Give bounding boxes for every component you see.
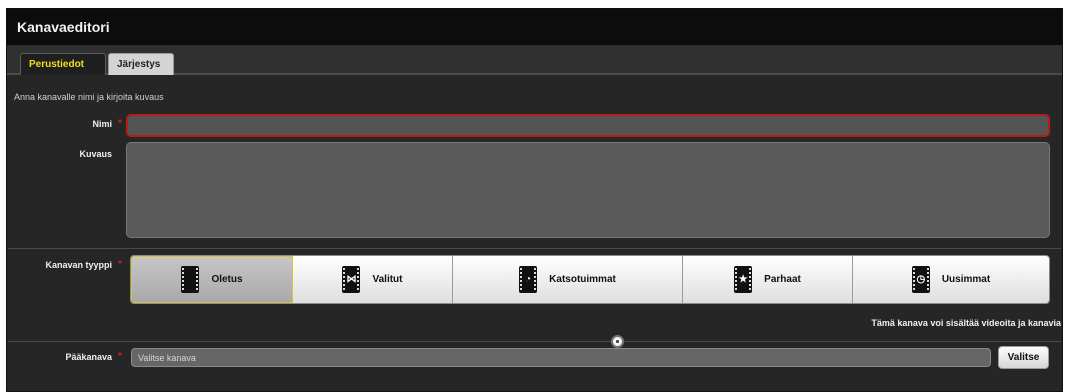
film-chart-icon: ◔ <box>519 266 538 293</box>
channel-type-label-selected: Valitut <box>372 274 403 285</box>
window-title: Kanavaeditori <box>7 9 1062 45</box>
resize-handle-icon[interactable] <box>611 335 624 348</box>
channel-type-label: Kanavan tyyppi <box>45 260 112 270</box>
select-channel-button[interactable]: Valitse <box>998 346 1049 369</box>
channel-type-default-button[interactable]: Oletus <box>131 256 293 303</box>
channel-type-newest-button[interactable]: ◷ Uusimmat <box>853 256 1049 303</box>
channel-type-label-newest: Uusimmat <box>941 274 991 285</box>
divider <box>8 248 1061 249</box>
description-textarea[interactable] <box>126 142 1050 238</box>
tab-bar: Perustiedot Järjestys <box>7 45 1062 75</box>
channel-type-label-default: Oletus <box>211 274 243 285</box>
intro-text: Anna kanavalle nimi ja kirjoita kuvaus <box>14 92 164 102</box>
name-label: Nimi <box>92 119 112 129</box>
parent-required-mark: * <box>118 351 122 362</box>
film-star-icon: ★ <box>734 266 753 293</box>
film-select-icon: ⋈ <box>342 266 361 293</box>
channel-type-label-most-viewed: Katsotuimmat <box>549 274 616 285</box>
description-label: Kuvaus <box>79 149 112 159</box>
channel-type-most-viewed-button[interactable]: ◔ Katsotuimmat <box>453 256 683 303</box>
tab-ordering[interactable]: Järjestys <box>108 53 174 75</box>
parent-channel-label: Pääkanava <box>65 352 112 362</box>
film-icon <box>181 266 200 293</box>
channel-type-label-best: Parhaat <box>764 274 801 285</box>
channel-type-selector: Oletus ⋈ Valitut ◔ Katsotuimmat ★ Parhaa… <box>130 255 1050 304</box>
channel-content-note: Tämä kanava voi sisältää videoita ja kan… <box>871 318 1061 328</box>
tab-basic-info[interactable]: Perustiedot <box>20 53 106 75</box>
channel-type-required-mark: * <box>118 259 122 270</box>
film-clock-icon: ◷ <box>911 266 930 293</box>
channel-type-best-button[interactable]: ★ Parhaat <box>683 256 853 303</box>
name-input[interactable] <box>126 114 1050 137</box>
channel-type-selected-button[interactable]: ⋈ Valitut <box>293 256 453 303</box>
name-required-mark: * <box>118 118 122 129</box>
divider <box>8 341 1061 342</box>
parent-channel-input[interactable] <box>131 348 991 367</box>
